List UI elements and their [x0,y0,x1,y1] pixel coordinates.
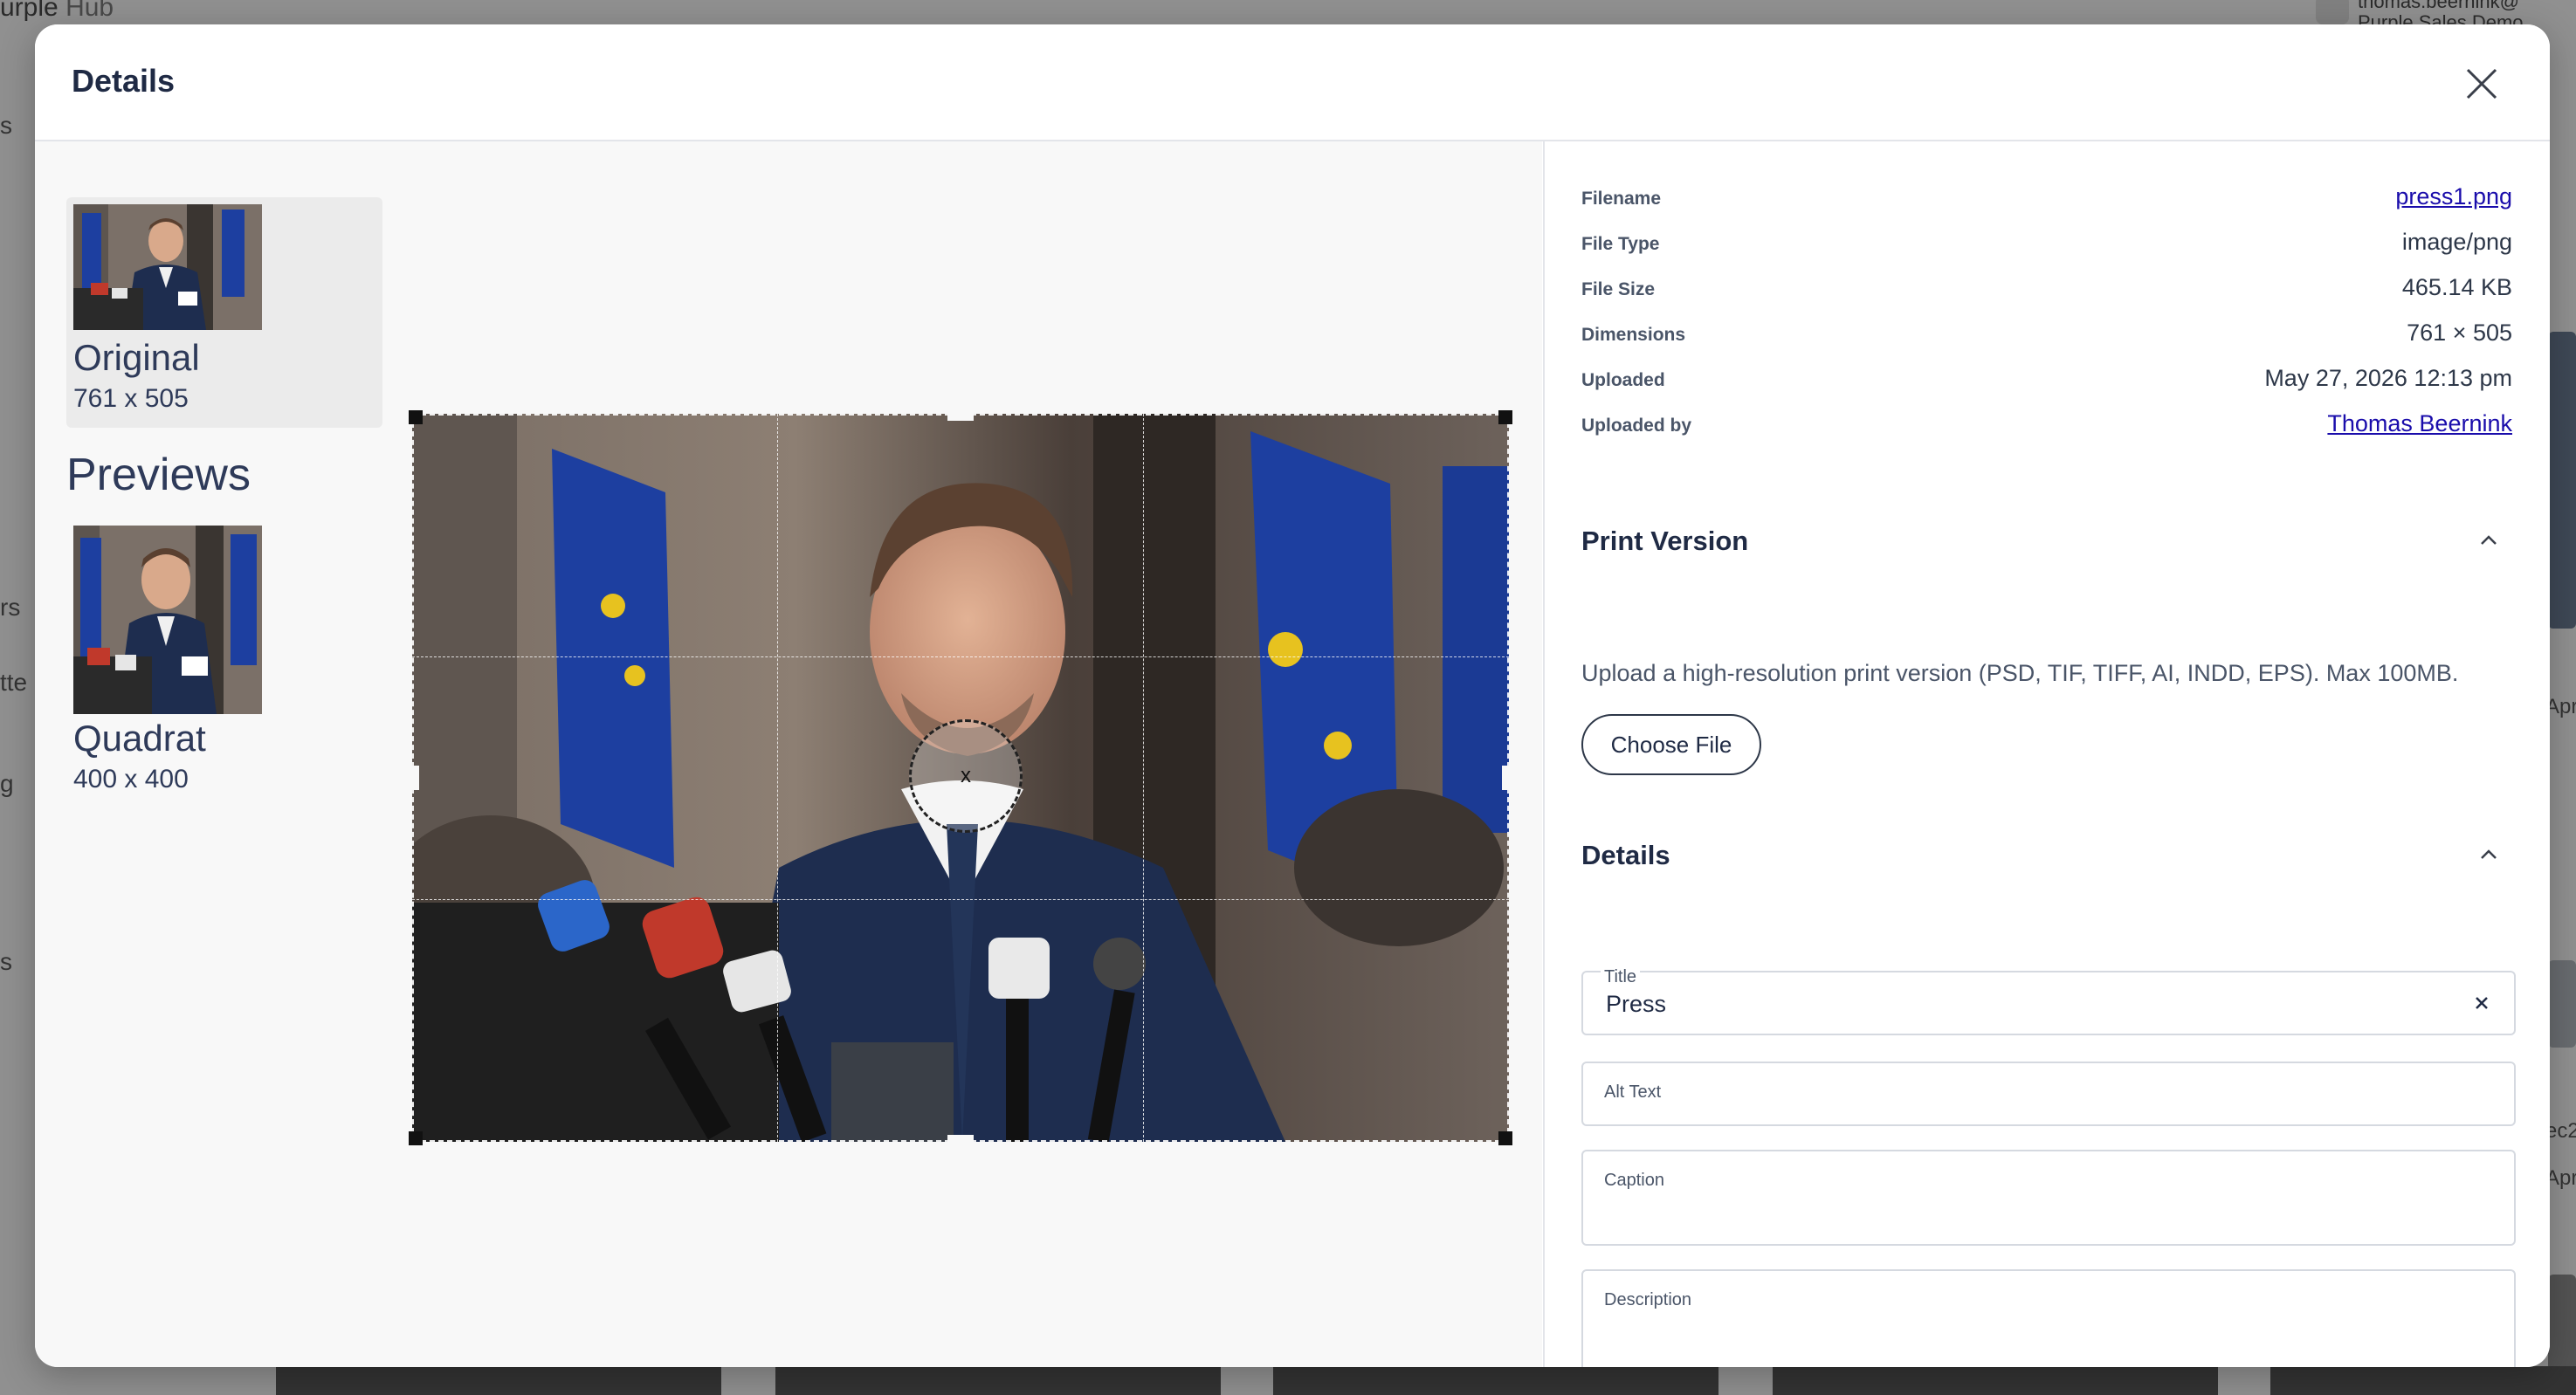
crop-grid-line [777,414,778,1142]
title-input[interactable] [1604,990,2446,1019]
details-modal: Details Original 761 x 505 Previews Quad… [35,24,2550,1367]
crop-handle-top[interactable] [947,410,974,421]
meta-uploaded: Uploaded May 27, 2026 12:13 pm [1581,361,2512,396]
meta-label: Uploaded by [1581,416,1692,436]
focal-point-label: x [961,764,971,787]
description-input[interactable] [1604,1320,2481,1349]
sidebar-panel: Filename press1.png File Type image/png … [1543,141,2550,1367]
crop-handle-right[interactable] [1502,766,1512,790]
meta-label: File Type [1581,234,1660,254]
meta-value: image/png [2401,229,2512,255]
quadrat-thumbnail [73,526,262,714]
title-field: Title [1581,967,2516,1035]
chevron-up-icon [2481,535,2497,545]
details-toggle[interactable]: Details [1581,833,2512,876]
crop-handle-bottom-left[interactable] [409,1131,423,1145]
caption-input[interactable] [1604,1197,2481,1226]
crop-grid-line [1143,414,1144,1142]
alt-text-field: Alt Text [1581,1062,2516,1126]
meta-value: 761 × 505 [2407,320,2512,346]
section-title: Details [1581,840,1670,870]
variant-name: Original [73,337,200,378]
meta-value: May 27, 2026 12:13 pm [2264,365,2512,391]
clear-icon[interactable] [2469,990,2495,1016]
variant-original[interactable]: Original 761 x 505 [66,197,382,428]
meta-label: Dimensions [1581,325,1686,345]
meta-filename: Filename press1.png [1581,180,2512,215]
variant-dimensions: 400 x 400 [73,765,189,794]
modal-header: Details [35,24,2550,141]
variant-quadrat[interactable]: Quadrat 400 x 400 [66,519,382,794]
filename-link[interactable]: press1.png [2395,183,2512,210]
focal-point-handle[interactable]: x [909,719,1023,833]
press-photo-thumbnail-icon [73,526,262,714]
modal-title: Details [72,63,176,99]
crop-handle-bottom[interactable] [947,1135,974,1145]
caption-field: Caption [1581,1150,2516,1246]
previews-heading: Previews [66,450,251,500]
crop-grid-line [412,656,1509,657]
editor-pane: Original 761 x 505 Previews Quadrat 400 … [35,141,1542,1367]
crop-handle-bottom-right[interactable] [1498,1131,1512,1145]
crop-handle-top-right[interactable] [1498,410,1512,424]
crop-handle-left[interactable] [409,766,419,790]
meta-label: File Size [1581,279,1656,299]
choose-file-button[interactable]: Choose File [1581,714,1761,775]
meta-label: Filename [1581,189,1662,209]
meta-uploaded-by: Uploaded by Thomas Beernink [1581,407,2512,442]
uploader-link[interactable]: Thomas Beernink [2327,410,2512,437]
crop-handle-top-left[interactable] [409,410,423,424]
meta-label: Uploaded [1581,370,1665,390]
image-cropper[interactable]: x [409,410,1512,1145]
section-title: Print Version [1581,526,1749,556]
close-icon [2466,68,2497,100]
print-version-toggle[interactable]: Print Version [1581,519,2512,562]
print-upload-hint: Upload a high-resolution print version (… [1581,660,2459,686]
meta-dimensions: Dimensions 761 × 505 [1581,316,2512,351]
chevron-up-icon [2481,849,2497,859]
variant-dimensions: 761 x 505 [73,384,189,413]
close-button[interactable] [2462,65,2501,103]
field-label: Caption [1604,1171,1664,1190]
original-thumbnail [73,204,262,330]
field-label: Title [1601,967,1641,987]
press-photo-thumbnail-icon [73,204,262,330]
meta-filesize: File Size 465.14 KB [1581,271,2512,306]
description-field: Description [1581,1269,2516,1367]
field-label: Description [1604,1290,1692,1309]
meta-filetype: File Type image/png [1581,225,2512,260]
variant-name: Quadrat [73,718,206,759]
crop-grid-line [412,899,1509,900]
meta-value: 465.14 KB [2401,274,2512,300]
